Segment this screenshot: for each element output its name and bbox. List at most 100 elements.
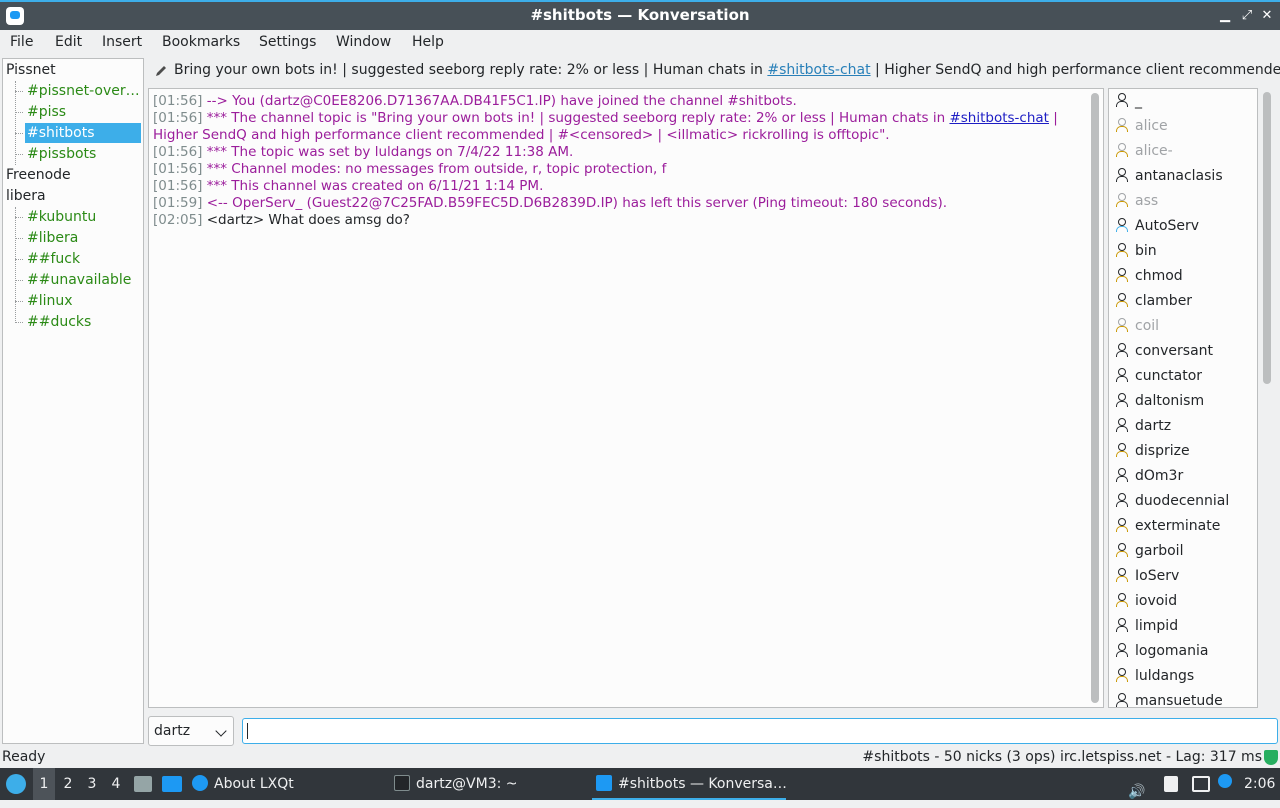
menu-file[interactable]: File bbox=[10, 34, 33, 50]
nick-item[interactable]: antanaclasis bbox=[1115, 164, 1223, 189]
nick-item[interactable]: daltonism bbox=[1115, 389, 1204, 414]
nick-item[interactable]: clamber bbox=[1115, 289, 1192, 314]
nick-item[interactable]: chmod bbox=[1115, 264, 1183, 289]
edit-topic-icon[interactable] bbox=[154, 64, 168, 78]
network-pissnet[interactable]: Pissnet bbox=[6, 60, 56, 80]
nick-label: ass bbox=[1135, 193, 1159, 209]
channel-ducks[interactable]: ##ducks bbox=[25, 312, 141, 332]
chat-line: [01:56] *** The topic was set by luldang… bbox=[153, 144, 574, 160]
nick-item[interactable]: dartz bbox=[1115, 414, 1171, 439]
chat-scrollbar[interactable] bbox=[1091, 93, 1099, 703]
tree-connector bbox=[15, 112, 23, 113]
nick-label: conversant bbox=[1135, 343, 1214, 359]
nicklist-scrollbar[interactable] bbox=[1262, 92, 1272, 704]
maximize-icon[interactable]: ⤢ bbox=[1238, 6, 1256, 26]
channel-pissnet-over[interactable]: #pissnet-over… bbox=[25, 81, 141, 101]
menu-insert[interactable]: Insert bbox=[102, 34, 142, 50]
nick-label: dartz bbox=[1135, 418, 1172, 434]
chat-channel-link[interactable]: #shitbots-chat bbox=[949, 110, 1049, 126]
title-bar: #shitbots — Konversation ▁ ⤢ ✕ bbox=[0, 0, 1280, 30]
channel-pissbots[interactable]: #pissbots bbox=[25, 144, 141, 164]
menu-edit[interactable]: Edit bbox=[55, 34, 82, 50]
nick-item[interactable]: IoServ bbox=[1115, 564, 1179, 589]
desktop-4[interactable]: 4 bbox=[105, 768, 127, 800]
nick-item[interactable]: AutoServ bbox=[1115, 214, 1199, 239]
channel-topic: Bring your own bots in! | suggested seeb… bbox=[174, 62, 1280, 78]
channel-linux[interactable]: #linux bbox=[25, 291, 141, 311]
topic-channel-link[interactable]: #shitbots-chat bbox=[767, 62, 870, 78]
volume-icon[interactable]: 🔊 bbox=[1128, 776, 1145, 800]
nick-item[interactable]: alice bbox=[1115, 114, 1168, 139]
notification-icon[interactable] bbox=[1218, 774, 1232, 788]
channel-kubuntu[interactable]: #kubuntu bbox=[25, 207, 141, 227]
network-freenode[interactable]: Freenode bbox=[6, 165, 71, 185]
network-libera[interactable]: libera bbox=[6, 186, 46, 206]
desktop-3[interactable]: 3 bbox=[81, 768, 103, 800]
ssl-shield-icon bbox=[1264, 750, 1278, 765]
screen-icon[interactable] bbox=[1192, 776, 1210, 792]
chat-line: Higher SendQ and high performance client… bbox=[153, 127, 890, 143]
nick-label: iovoid bbox=[1135, 593, 1178, 609]
nick-item[interactable]: logomania bbox=[1115, 639, 1208, 664]
clipboard-icon[interactable] bbox=[1164, 776, 1178, 792]
nick-item[interactable]: duodecennial bbox=[1115, 489, 1229, 514]
nick-item[interactable]: bin bbox=[1115, 239, 1157, 264]
close-icon[interactable]: ✕ bbox=[1258, 6, 1276, 26]
message-input[interactable] bbox=[242, 718, 1278, 744]
user-icon bbox=[1115, 568, 1128, 582]
user-icon bbox=[1115, 118, 1128, 132]
nick-item[interactable]: cunctator bbox=[1115, 364, 1202, 389]
user-icon bbox=[1115, 618, 1128, 632]
menu-help[interactable]: Help bbox=[412, 34, 444, 50]
nick-item[interactable]: alice- bbox=[1115, 139, 1173, 164]
channel-fuck[interactable]: ##fuck bbox=[25, 249, 141, 269]
chat-view[interactable]: [01:56] --> You (dartz@C0EE8206.D71367AA… bbox=[148, 88, 1104, 708]
nicklist-scroll-thumb[interactable] bbox=[1263, 92, 1271, 384]
menu-bookmarks[interactable]: Bookmarks bbox=[162, 34, 240, 50]
user-icon bbox=[1115, 518, 1128, 532]
channel-libera[interactable]: #libera bbox=[25, 228, 141, 248]
desktop-2[interactable]: 2 bbox=[57, 768, 79, 800]
nickname-selector[interactable]: dartz bbox=[148, 716, 234, 746]
taskbar: 1 2 3 4 About LXQt dartz@VM3: ~ #shitbot… bbox=[0, 768, 1280, 800]
menu-window[interactable]: Window bbox=[336, 34, 391, 50]
file-manager-icon[interactable] bbox=[134, 776, 152, 792]
channel-piss[interactable]: #piss bbox=[25, 102, 141, 122]
channel-status: #shitbots - 50 nicks (3 ops) irc.letspis… bbox=[862, 749, 1262, 765]
nick-item[interactable]: ass bbox=[1115, 189, 1158, 214]
user-icon bbox=[1115, 468, 1128, 482]
nick-item[interactable]: _ bbox=[1115, 89, 1142, 114]
nick-label: AutoServ bbox=[1135, 218, 1200, 234]
channel-shitbots[interactable]: #shitbots bbox=[25, 123, 141, 143]
nick-item[interactable]: conversant bbox=[1115, 339, 1213, 364]
nick-label: _ bbox=[1135, 93, 1142, 109]
channel-unavailable[interactable]: ##unavailable bbox=[25, 270, 141, 290]
nick-label: disprize bbox=[1135, 443, 1190, 459]
chat-line: [01:59] <-- OperServ_ (Guest22@7C25FAD.B… bbox=[153, 195, 948, 211]
chat-line: [02:05] <dartz> What does amsg do? bbox=[153, 212, 410, 228]
nick-item[interactable]: dOm3r bbox=[1115, 464, 1183, 489]
tree-connector bbox=[15, 301, 23, 302]
menu-settings[interactable]: Settings bbox=[259, 34, 316, 50]
nick-item[interactable]: garboil bbox=[1115, 539, 1183, 564]
nick-item[interactable]: exterminate bbox=[1115, 514, 1220, 539]
nick-item[interactable]: limpid bbox=[1115, 614, 1178, 639]
task-terminal[interactable]: dartz@VM3: ~ bbox=[394, 768, 584, 800]
task-about-lxqt[interactable]: About LXQt bbox=[192, 768, 382, 800]
chat-line: [01:56] *** Channel modes: no messages f… bbox=[153, 161, 667, 177]
nick-item[interactable]: coil bbox=[1115, 314, 1159, 339]
clock[interactable]: 2:06 bbox=[1244, 768, 1275, 800]
nick-label: dOm3r bbox=[1135, 468, 1184, 484]
start-menu-icon[interactable] bbox=[6, 774, 26, 794]
nick-item[interactable]: mansuetude bbox=[1115, 689, 1223, 707]
nick-label: antanaclasis bbox=[1135, 168, 1223, 184]
nick-item[interactable]: disprize bbox=[1115, 439, 1190, 464]
nick-item[interactable]: luldangs bbox=[1115, 664, 1194, 689]
user-icon bbox=[1115, 543, 1128, 557]
task-konversation[interactable]: #shitbots — Konversa… bbox=[592, 768, 787, 800]
minimize-icon[interactable]: ▁ bbox=[1216, 6, 1234, 26]
nick-item[interactable]: iovoid bbox=[1115, 589, 1177, 614]
tree-connector bbox=[15, 91, 23, 92]
desktop-1[interactable]: 1 bbox=[33, 768, 55, 800]
show-desktop-icon[interactable] bbox=[162, 776, 182, 792]
